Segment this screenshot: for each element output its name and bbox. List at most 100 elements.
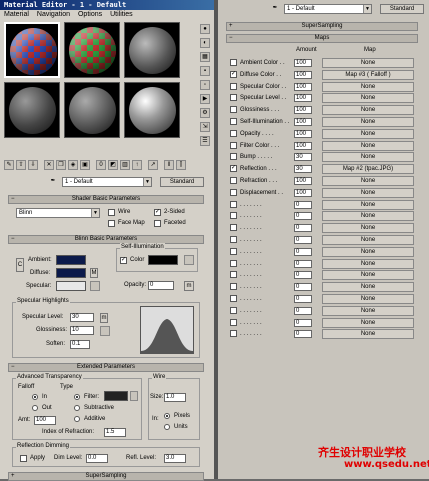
get-material-icon[interactable]: ✎ — [4, 160, 14, 170]
put-to-scene-icon[interactable]: ⇧ — [16, 160, 26, 170]
sample-slot-6[interactable] — [124, 82, 180, 138]
map-slot-button[interactable]: None — [322, 270, 414, 281]
sample-type-icon[interactable]: ● — [200, 24, 210, 34]
diffuse-swatch[interactable] — [56, 268, 86, 278]
self-illum-swatch[interactable] — [148, 255, 178, 265]
map-amount-spinner[interactable]: 30 — [294, 153, 312, 162]
map-enable-checkbox[interactable] — [230, 259, 237, 267]
type-subtractive-radio[interactable] — [74, 405, 80, 411]
blinn-rollup[interactable]: − Blinn Basic Parameters — [8, 235, 204, 244]
supersampling-rollup[interactable]: + SuperSampling — [226, 22, 418, 31]
chevron-down-icon[interactable]: ▼ — [91, 209, 99, 217]
map-enable-checkbox[interactable] — [230, 82, 237, 90]
material-id-icon[interactable]: 0 — [96, 160, 106, 170]
map-enable-checkbox[interactable] — [230, 118, 237, 125]
map-amount-spinner[interactable]: 0 — [294, 259, 312, 268]
map-amount-spinner[interactable]: 100 — [294, 129, 312, 138]
filter-swatch[interactable] — [104, 391, 128, 401]
map-slot-button[interactable]: None — [322, 58, 414, 68]
map-amount-spinner[interactable]: 0 — [294, 318, 312, 327]
video-color-check-icon[interactable]: ▫ — [200, 80, 210, 90]
material-name-field[interactable]: 1 - Default ▼ — [62, 177, 152, 187]
eyedropper-icon[interactable]: ✒ — [270, 4, 280, 14]
chevron-down-icon[interactable]: ▼ — [363, 5, 371, 13]
falloff-in-radio[interactable] — [32, 394, 38, 400]
falloff-out-radio[interactable] — [32, 405, 38, 411]
map-amount-spinner[interactable]: 0 — [294, 247, 312, 256]
map-enable-checkbox[interactable] — [230, 94, 237, 102]
menu-navigation[interactable]: Navigation — [37, 11, 70, 18]
bottom-rollup[interactable]: + SuperSampling — [8, 472, 204, 481]
wire-size-spinner[interactable]: 1.0 — [164, 393, 186, 402]
opacity-spinner[interactable]: 0 — [148, 281, 174, 290]
map-slot-button[interactable]: None — [322, 152, 414, 163]
map-amount-spinner[interactable]: 0 — [294, 330, 312, 339]
map-enable-checkbox[interactable] — [230, 212, 237, 220]
map-amount-spinner[interactable]: 100 — [294, 118, 312, 126]
map-slot-button[interactable]: None — [322, 199, 414, 210]
uv-tiling-icon[interactable]: ▪ — [200, 66, 210, 76]
spec-level-map-button[interactable]: m — [100, 313, 108, 323]
map-slot-button[interactable]: None — [322, 140, 414, 151]
map-amount-spinner[interactable]: 0 — [294, 283, 312, 292]
map-enable-checkbox[interactable] — [230, 188, 237, 196]
lock-c-button[interactable]: C — [16, 258, 24, 272]
map-amount-spinner[interactable]: 0 — [294, 224, 312, 233]
type-additive-radio[interactable] — [74, 416, 80, 422]
glossiness-map-button[interactable] — [100, 326, 110, 336]
map-enable-checkbox[interactable] — [230, 224, 237, 232]
map-slot-button[interactable]: None — [322, 294, 414, 304]
map-slot-button[interactable]: None — [322, 246, 414, 257]
map-slot-button[interactable]: Map #2 (tpac.JPG) — [322, 164, 414, 175]
map-slot-button[interactable]: None — [322, 282, 414, 293]
soften-spinner[interactable]: 0.1 — [70, 340, 90, 349]
maps-rollup[interactable]: − Maps — [226, 34, 418, 43]
ambient-swatch[interactable] — [56, 255, 86, 265]
map-enable-checkbox[interactable] — [230, 141, 237, 149]
extended-rollup[interactable]: − Extended Parameters — [8, 363, 204, 372]
map-amount-spinner[interactable]: 100 — [294, 82, 312, 91]
menu-options[interactable]: Options — [78, 11, 102, 18]
map-slot-button[interactable]: None — [322, 117, 414, 127]
self-illum-color-checkbox[interactable]: ✓ — [120, 257, 127, 264]
map-enable-checkbox[interactable] — [230, 200, 237, 208]
specular-swatch[interactable] — [56, 281, 86, 291]
apply-checkbox[interactable] — [20, 455, 27, 462]
sample-slot-3[interactable] — [124, 22, 180, 78]
backlight-icon[interactable]: ◐ — [200, 38, 210, 48]
right-material-name-field[interactable]: 1 - Default ▼ — [284, 4, 372, 14]
map-enable-checkbox[interactable]: ✓ — [230, 70, 237, 78]
map-enable-checkbox[interactable] — [230, 153, 237, 161]
diffuse-map-button[interactable]: M — [90, 268, 98, 278]
map-slot-button[interactable]: None — [322, 317, 414, 328]
map-enable-checkbox[interactable] — [230, 330, 237, 338]
map-slot-button[interactable]: None — [322, 329, 414, 340]
map-slot-button[interactable]: None — [322, 258, 414, 269]
opacity-map-button[interactable]: m — [184, 281, 194, 291]
map-enable-checkbox[interactable] — [230, 318, 237, 326]
sample-slot-1[interactable] — [4, 22, 60, 78]
map-slot-button[interactable]: None — [322, 93, 414, 104]
put-to-library-icon[interactable]: ▣ — [80, 160, 90, 170]
wire-units-radio[interactable] — [164, 424, 170, 430]
self-illum-map-button[interactable] — [184, 255, 194, 265]
glossiness-spinner[interactable]: 10 — [70, 326, 94, 335]
map-slot-button[interactable]: None — [322, 128, 414, 139]
map-amount-spinner[interactable]: 100 — [294, 141, 312, 150]
sample-slot-2[interactable] — [64, 22, 120, 78]
face-map-checkbox[interactable] — [108, 220, 115, 227]
amt-spinner[interactable]: 100 — [34, 416, 56, 425]
map-enable-checkbox[interactable] — [230, 236, 237, 243]
go-forward-icon[interactable]: ↗ — [148, 160, 158, 170]
wire-pixels-radio[interactable] — [164, 413, 170, 419]
map-enable-checkbox[interactable] — [230, 247, 237, 255]
map-enable-checkbox[interactable] — [230, 271, 237, 279]
map-enable-checkbox[interactable] — [230, 59, 237, 66]
pick-material-icon[interactable]: ‖ — [164, 160, 174, 170]
type-filter-radio[interactable] — [74, 394, 80, 400]
spec-level-spinner[interactable]: 30 — [70, 313, 94, 322]
map-slot-button[interactable]: None — [322, 105, 414, 116]
map-amount-spinner[interactable]: 100 — [294, 106, 312, 115]
options-icon[interactable]: ⚙ — [200, 108, 210, 118]
map-enable-checkbox[interactable] — [230, 295, 237, 302]
